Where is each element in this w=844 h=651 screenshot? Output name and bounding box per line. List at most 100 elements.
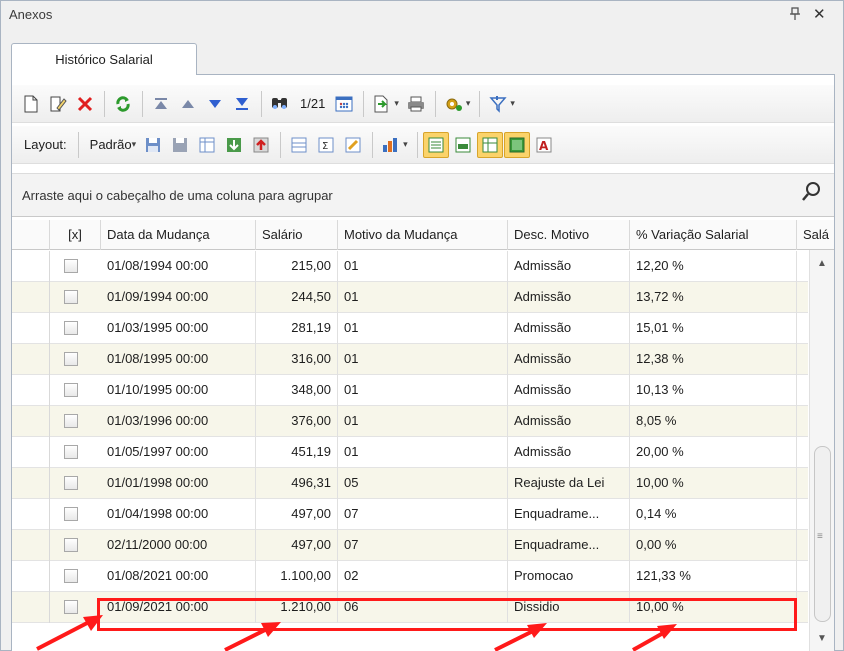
table-row[interactable]: 01/09/1994 00:00 244,50 01 Admissão 13,72 % [12, 282, 808, 313]
cell-salario[interactable]: 244,50 [256, 282, 338, 313]
cell-data-mudanca[interactable]: 01/05/1997 00:00 [101, 437, 256, 468]
cell-motivo[interactable]: 01 [338, 437, 508, 468]
vertical-scrollbar[interactable]: ▲ ≡ ▼ [809, 250, 834, 651]
cell-data-mudanca[interactable]: 01/08/2021 00:00 [101, 561, 256, 592]
search-icon[interactable] [800, 180, 824, 204]
header-desc-motivo[interactable]: Desc. Motivo [508, 220, 630, 250]
cell-motivo[interactable]: 05 [338, 468, 508, 499]
cell-motivo[interactable]: 01 [338, 282, 508, 313]
row-indicator[interactable] [12, 561, 50, 592]
row-select-checkbox[interactable] [64, 414, 78, 428]
row-select-checkbox[interactable] [64, 290, 78, 304]
cell-desc-motivo[interactable]: Reajuste da Lei [508, 468, 630, 499]
cell-salario[interactable]: 281,19 [256, 313, 338, 344]
row-select-checkbox[interactable] [64, 445, 78, 459]
table-row[interactable]: 01/05/1997 00:00 451,19 01 Admissão 20,00 % [12, 437, 808, 468]
cell-motivo[interactable]: 07 [338, 530, 508, 561]
previous-record-icon[interactable] [175, 91, 201, 117]
calendar-icon[interactable] [331, 91, 357, 117]
table-row[interactable]: 01/03/1996 00:00 376,00 01 Admissão 8,05 % [12, 406, 808, 437]
cell-motivo[interactable]: 01 [338, 375, 508, 406]
cell-salario[interactable]: 316,00 [256, 344, 338, 375]
view-toggle-4-icon[interactable] [503, 131, 530, 158]
cell-desc-motivo[interactable]: Promocao [508, 561, 630, 592]
chart-icon[interactable] [378, 132, 404, 158]
row-select-checkbox[interactable] [64, 476, 78, 490]
cell-data-mudanca[interactable]: 01/08/1995 00:00 [101, 344, 256, 375]
import-layout-icon[interactable] [221, 132, 247, 158]
grid-view-icon[interactable] [286, 132, 312, 158]
summary-icon[interactable]: Σ [313, 132, 339, 158]
cell-salario-truncated[interactable] [797, 592, 808, 623]
pin-icon[interactable] [789, 7, 801, 24]
cell-salario[interactable]: 451,19 [256, 437, 338, 468]
cell-motivo[interactable]: 01 [338, 251, 508, 282]
font-icon[interactable]: A [531, 132, 557, 158]
cell-variacao[interactable]: 0,14 % [630, 499, 797, 530]
header-salario-truncated[interactable]: Salá [797, 220, 834, 250]
table-row[interactable]: 02/11/2000 00:00 497,00 07 Enquadrame... 0,0… [12, 530, 808, 561]
cell-data-mudanca[interactable]: 02/11/2000 00:00 [101, 530, 256, 561]
cell-motivo[interactable]: 01 [338, 406, 508, 437]
cell-salario-truncated[interactable] [797, 344, 808, 375]
cell-desc-motivo[interactable]: Admissão [508, 313, 630, 344]
cell-desc-motivo[interactable]: Admissão [508, 375, 630, 406]
chevron-down-icon[interactable]: ▾ [394, 98, 399, 109]
edit-icon[interactable] [45, 91, 71, 117]
cell-motivo[interactable]: 07 [338, 499, 508, 530]
cell-data-mudanca[interactable]: 01/09/1994 00:00 [101, 282, 256, 313]
table-row[interactable]: 01/08/2021 00:00 1.100,00 02 Promocao 121,33… [12, 561, 808, 592]
cell-desc-motivo[interactable]: Admissão [508, 406, 630, 437]
row-indicator[interactable] [12, 344, 50, 375]
header-motivo[interactable]: Motivo da Mudança [338, 220, 508, 250]
save-layout-icon[interactable] [140, 132, 166, 158]
cell-salario-truncated[interactable] [797, 282, 808, 313]
cell-data-mudanca[interactable]: 01/03/1996 00:00 [101, 406, 256, 437]
cell-variacao[interactable]: 20,00 % [630, 437, 797, 468]
table-row[interactable]: 01/08/1995 00:00 316,00 01 Admissão 12,38 % [12, 344, 808, 375]
cell-variacao[interactable]: 10,13 % [630, 375, 797, 406]
cell-variacao[interactable]: 12,20 % [630, 251, 797, 282]
last-record-icon[interactable] [229, 91, 255, 117]
table-row[interactable]: 01/01/1998 00:00 496,31 05 Reajuste da Lei 1… [12, 468, 808, 499]
view-toggle-3-icon[interactable] [476, 131, 503, 158]
row-select-checkbox[interactable] [64, 538, 78, 552]
row-indicator[interactable] [12, 499, 50, 530]
format-icon[interactable] [340, 132, 366, 158]
cell-salario[interactable]: 1.100,00 [256, 561, 338, 592]
cell-variacao[interactable]: 12,38 % [630, 344, 797, 375]
view-toggle-2-icon[interactable] [450, 132, 476, 158]
cell-salario-truncated[interactable] [797, 530, 808, 561]
row-select-checkbox[interactable] [64, 569, 78, 583]
close-icon[interactable]: ✕ [813, 5, 826, 23]
chevron-down-icon[interactable]: ▾ [132, 139, 137, 150]
layout-select[interactable]: Padrão [84, 132, 134, 158]
cell-variacao[interactable]: 0,00 % [630, 530, 797, 561]
cell-desc-motivo[interactable]: Enquadrame... [508, 499, 630, 530]
cell-salario-truncated[interactable] [797, 468, 808, 499]
row-select-checkbox[interactable] [64, 321, 78, 335]
print-icon[interactable] [403, 91, 429, 117]
cell-variacao[interactable]: 10,00 % [630, 468, 797, 499]
cell-data-mudanca[interactable]: 01/08/1994 00:00 [101, 251, 256, 282]
row-indicator[interactable] [12, 468, 50, 499]
cell-motivo[interactable]: 01 [338, 313, 508, 344]
scroll-up-icon[interactable]: ▲ [817, 258, 827, 269]
table-row[interactable]: 01/08/1994 00:00 215,00 01 Admissão 12,20 % [12, 251, 808, 282]
header-salario[interactable]: Salário [256, 220, 338, 250]
group-by-panel[interactable]: Arraste aqui o cabeçalho de uma coluna p… [12, 173, 834, 217]
cell-variacao[interactable]: 13,72 % [630, 282, 797, 313]
cell-desc-motivo[interactable]: Enquadrame... [508, 530, 630, 561]
columns-icon[interactable] [194, 132, 220, 158]
refresh-icon[interactable] [110, 91, 136, 117]
cell-data-mudanca[interactable]: 01/01/1998 00:00 [101, 468, 256, 499]
row-indicator[interactable] [12, 313, 50, 344]
filter-icon[interactable] [485, 91, 511, 117]
cell-salario-truncated[interactable] [797, 375, 808, 406]
find-icon[interactable] [267, 91, 293, 117]
first-record-icon[interactable] [148, 91, 174, 117]
chevron-down-icon[interactable]: ▾ [510, 98, 515, 109]
row-indicator[interactable] [12, 251, 50, 282]
cell-salario-truncated[interactable] [797, 561, 808, 592]
export-icon[interactable] [369, 91, 395, 117]
